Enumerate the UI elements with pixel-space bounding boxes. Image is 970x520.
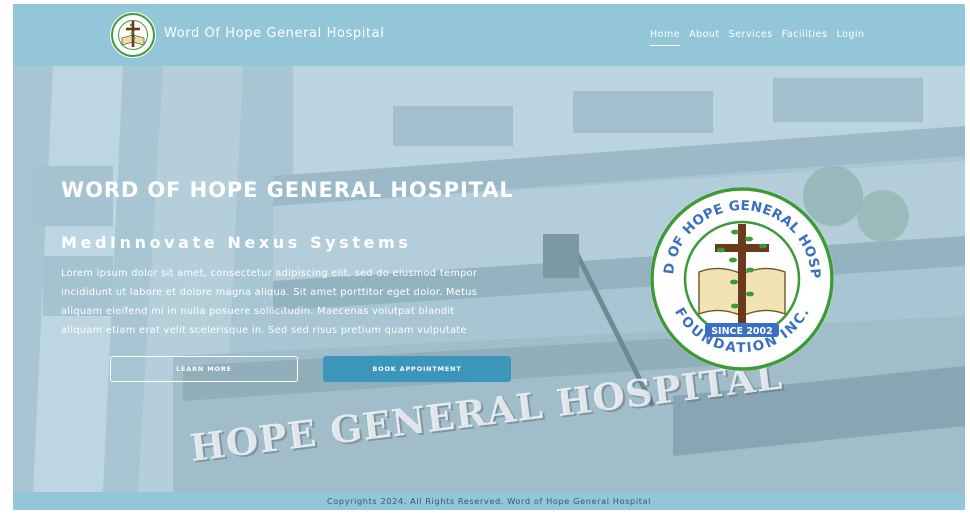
- hero-description-line: aliquam etiam erat velit scelerisque in.…: [61, 325, 467, 336]
- hero-description: Lorem ipsum dolor sit amet, consectetur …: [61, 264, 549, 340]
- copyright-text: Copyrights 2024. All Rights Reserved. Wo…: [326, 496, 652, 506]
- hero-section: HOPE GENERAL HOSPITAL WORD OF HOPE GENER…: [13, 66, 965, 492]
- hero-subtitle: MedInnovate Nexus Systems: [61, 233, 412, 252]
- emblem-since-text: SINCE 2002: [711, 326, 773, 337]
- hero-description-line: aliquam eleifend mi in nulla posuere sol…: [61, 306, 455, 317]
- nav-links: Home About Services Facilities Login: [650, 29, 865, 46]
- page-frame: Word Of Hope General Hospital Home About…: [13, 4, 965, 510]
- footer: Copyrights 2024. All Rights Reserved. Wo…: [13, 492, 965, 510]
- nav-link-login[interactable]: Login: [836, 29, 864, 40]
- nav-link-facilities[interactable]: Facilities: [782, 29, 828, 40]
- nav-link-services[interactable]: Services: [729, 29, 773, 40]
- hospital-emblem: WORD OF HOPE GENERAL HOSPITAL FOUNDATION…: [647, 184, 834, 371]
- nav-link-about[interactable]: About: [689, 29, 720, 40]
- hero-description-line: incididunt ut labore et dolore magna ali…: [61, 287, 478, 298]
- hospital-logo-icon[interactable]: [109, 11, 157, 59]
- brand-name[interactable]: Word Of Hope General Hospital: [164, 26, 384, 41]
- nav-link-home[interactable]: Home: [650, 29, 681, 46]
- navbar: Word Of Hope General Hospital Home About…: [13, 4, 965, 66]
- learn-more-button[interactable]: LEARN MORE: [110, 356, 298, 382]
- hero-description-line: Lorem ipsum dolor sit amet, consectetur …: [61, 268, 478, 279]
- book-appointment-button[interactable]: BOOK APPOINTMENT: [323, 356, 511, 382]
- hero-title: WORD OF HOPE GENERAL HOSPITAL: [61, 178, 514, 202]
